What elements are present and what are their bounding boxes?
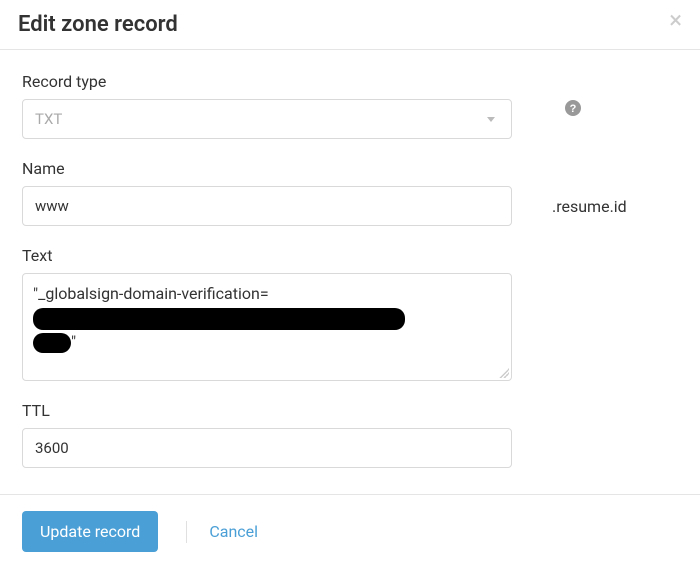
record-type-select[interactable]: TXT <box>22 99 512 139</box>
ttl-label: TTL <box>22 401 678 420</box>
name-label: Name <box>22 159 678 178</box>
ttl-group: TTL <box>22 401 678 468</box>
footer-divider <box>186 521 187 543</box>
ttl-input[interactable] <box>22 428 512 468</box>
record-type-label: Record type <box>22 72 678 91</box>
redacted-value-1 <box>33 308 405 330</box>
modal-title: Edit zone record <box>18 12 178 37</box>
help-icon[interactable]: ? <box>564 99 582 117</box>
name-group: Name .resume.id <box>22 159 678 226</box>
text-group: Text "_globalsign-domain-verification= " <box>22 246 678 381</box>
text-textarea[interactable]: "_globalsign-domain-verification= " <box>22 273 512 381</box>
text-label: Text <box>22 246 678 265</box>
chevron-down-icon <box>487 117 495 122</box>
edit-zone-record-modal: Edit zone record × Record type TXT ? Nam… <box>0 0 700 575</box>
redacted-value-2 <box>33 333 71 353</box>
update-record-button[interactable]: Update record <box>22 511 158 552</box>
close-icon[interactable]: × <box>669 8 682 32</box>
record-type-value: TXT <box>35 110 62 128</box>
cancel-button[interactable]: Cancel <box>209 522 258 541</box>
name-suffix: .resume.id <box>552 197 627 216</box>
modal-header: Edit zone record × <box>0 0 700 50</box>
resize-handle-icon[interactable] <box>499 368 509 378</box>
name-input[interactable] <box>22 186 512 226</box>
text-suffix: " <box>71 332 76 351</box>
modal-body: Record type TXT ? Name .resume.id <box>0 50 700 495</box>
text-prefix: "_globalsign-domain-verification= <box>33 284 269 303</box>
record-type-group: Record type TXT ? <box>22 72 678 139</box>
modal-footer: Update record Cancel <box>0 495 700 568</box>
svg-text:?: ? <box>570 103 577 115</box>
